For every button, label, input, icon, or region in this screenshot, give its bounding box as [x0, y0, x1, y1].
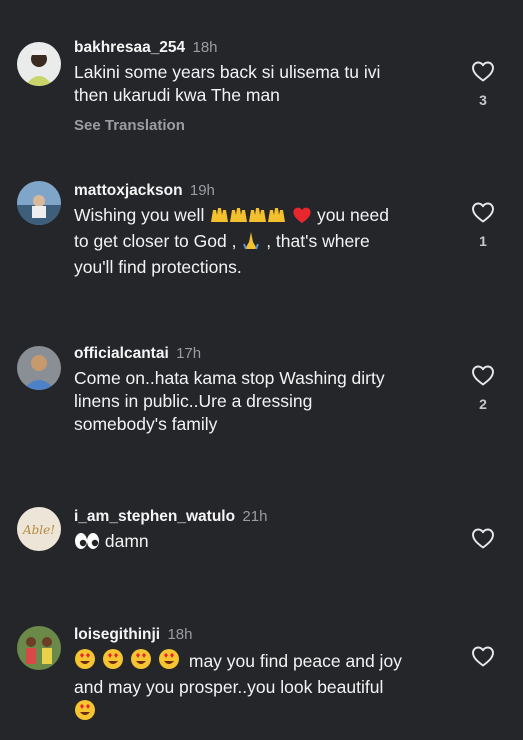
comment-body: loisegithinji 18h may you find peace and…	[74, 625, 453, 727]
timestamp: 18h	[167, 626, 193, 643]
like-count: 3	[479, 92, 487, 108]
heart-outline-icon[interactable]	[471, 60, 495, 82]
comment-text: Come on..hata kama stop Washing dirty li…	[74, 367, 453, 436]
eyes-emoji	[74, 532, 100, 556]
comment-text-line: then ukarudi kwa The man	[74, 85, 280, 105]
comment-text: Wishing you well you need to get closer …	[74, 204, 453, 279]
comment-text-fragment: damn	[104, 531, 149, 551]
comment-body: bakhresaa_254 18h Lakini some years back…	[74, 38, 453, 134]
heart-outline-icon[interactable]	[471, 645, 495, 667]
comment-text-line: may you find peace and joy	[74, 648, 453, 676]
heart-eyes-emoji	[74, 648, 184, 676]
comment-text-fragment: Wishing you well	[74, 205, 205, 225]
comment-text-line: somebody's family	[74, 414, 218, 434]
comment-text-fragment: to get closer to God ,	[74, 231, 237, 251]
heart-eyes-emoji	[74, 699, 96, 727]
comment-text: Lakini some years back si ulisema tu ivi…	[74, 61, 453, 107]
comment-text: may you find peace and joy and may you p…	[74, 648, 453, 727]
praying-hands-emoji	[241, 230, 261, 256]
comment-text-line: linens in public..Ure a dressing	[74, 391, 313, 411]
username[interactable]: mattoxjackson	[74, 182, 183, 199]
like-control	[470, 527, 496, 549]
timestamp: 19h	[189, 182, 215, 199]
comment-text-line	[74, 699, 453, 727]
like-control	[470, 645, 496, 667]
comment-text-line: Come on..hata kama stop Washing dirty	[74, 368, 385, 388]
comment-text-line: Wishing you well you need	[74, 204, 453, 230]
like-count: 1	[479, 233, 487, 249]
avatar[interactable]	[17, 42, 61, 86]
heart-outline-icon[interactable]	[471, 364, 495, 386]
timestamp: 21h	[242, 508, 268, 525]
comment-body: officialcantai 17h Come on..hata kama st…	[74, 344, 453, 436]
comment-body: i_am_stephen_watulo 21h damn	[74, 507, 453, 556]
comment-text-line: Lakini some years back si ulisema tu ivi	[74, 62, 381, 82]
avatar[interactable]: Able!	[17, 507, 61, 551]
avatar[interactable]	[17, 181, 61, 225]
see-translation-link[interactable]: See Translation	[74, 117, 453, 134]
comment-text-line: to get closer to God , , that's where	[74, 230, 453, 256]
red-heart-emoji	[292, 206, 312, 230]
comment-text: damn	[74, 530, 453, 556]
username[interactable]: loisegithinji	[74, 626, 160, 643]
comment-text-fragment: you need	[316, 205, 389, 225]
comment-text-fragment: , that's where	[266, 231, 370, 251]
like-control: 1	[470, 201, 496, 249]
avatar-text: Able!	[22, 523, 55, 537]
timestamp: 17h	[176, 345, 202, 362]
like-control: 2	[470, 364, 496, 412]
like-count: 2	[479, 396, 487, 412]
heart-outline-icon[interactable]	[471, 527, 495, 549]
avatar[interactable]	[17, 346, 61, 390]
heart-outline-icon[interactable]	[471, 201, 495, 223]
comment-text-line: and may you prosper..you look beautiful	[74, 677, 384, 697]
timestamp: 18h	[192, 39, 218, 56]
raising-hands-emoji	[209, 204, 287, 230]
comment-text-fragment: may you find peace and joy	[188, 651, 402, 671]
username[interactable]: officialcantai	[74, 345, 169, 362]
like-control: 3	[470, 60, 496, 108]
username[interactable]: i_am_stephen_watulo	[74, 508, 235, 525]
username[interactable]: bakhresaa_254	[74, 39, 185, 56]
comment-body: mattoxjackson 19h Wishing you well you n…	[74, 181, 453, 279]
comments-panel: bakhresaa_254 18h Lakini some years back…	[0, 0, 523, 740]
comment-text-line: you'll find protections.	[74, 257, 242, 277]
avatar[interactable]	[17, 626, 61, 670]
